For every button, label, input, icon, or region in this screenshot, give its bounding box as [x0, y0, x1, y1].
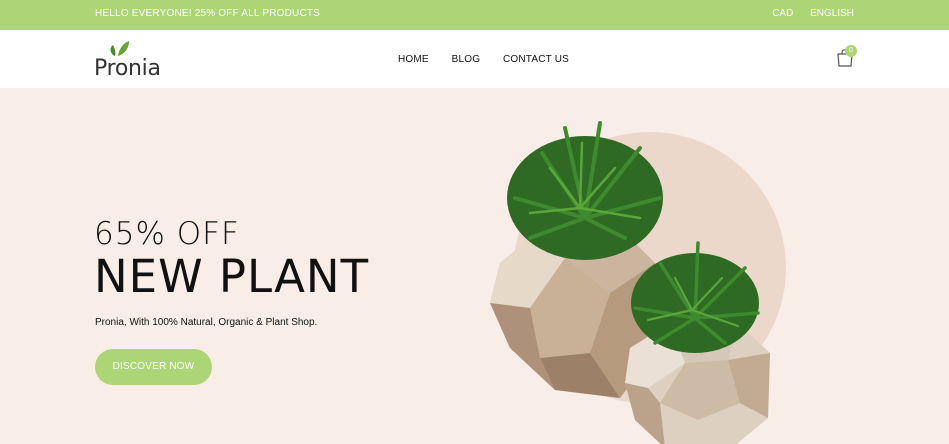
nav-home[interactable]: HOME	[398, 54, 429, 65]
hero-banner: 65% OFF NEW PLANT Pronia, With 100% Natu…	[0, 88, 949, 444]
plant-pots-image	[490, 121, 786, 444]
cart-button[interactable]: 0	[835, 45, 857, 70]
nav-contact-us[interactable]: CONTACT US	[503, 54, 569, 65]
header: Pronia HOME BLOG CONTACT US 0	[0, 30, 949, 88]
currency-selector[interactable]: CAD	[772, 8, 793, 19]
top-bar: HELLO EVERYONE! 25% OFF ALL PRODUCTS CAD…	[0, 0, 949, 30]
cart-count-badge: 0	[845, 45, 857, 57]
language-selector[interactable]: ENGLISH	[810, 8, 854, 19]
logo[interactable]: Pronia	[94, 40, 174, 81]
logo-text: Pronia	[94, 56, 161, 81]
nav-blog[interactable]: BLOG	[452, 54, 481, 65]
promo-text: HELLO EVERYONE! 25% OFF ALL PRODUCTS	[95, 8, 321, 19]
topbar-settings: CAD ENGLISH	[758, 8, 854, 19]
discover-now-button[interactable]: DISCOVER NOW	[95, 349, 212, 385]
hero-subtitle: Pronia, With 100% Natural, Organic & Pla…	[95, 317, 318, 328]
hero-title: NEW PLANT	[94, 250, 370, 303]
hero-offer: 65% OFF	[94, 216, 240, 252]
main-nav: HOME BLOG CONTACT US	[398, 54, 589, 65]
